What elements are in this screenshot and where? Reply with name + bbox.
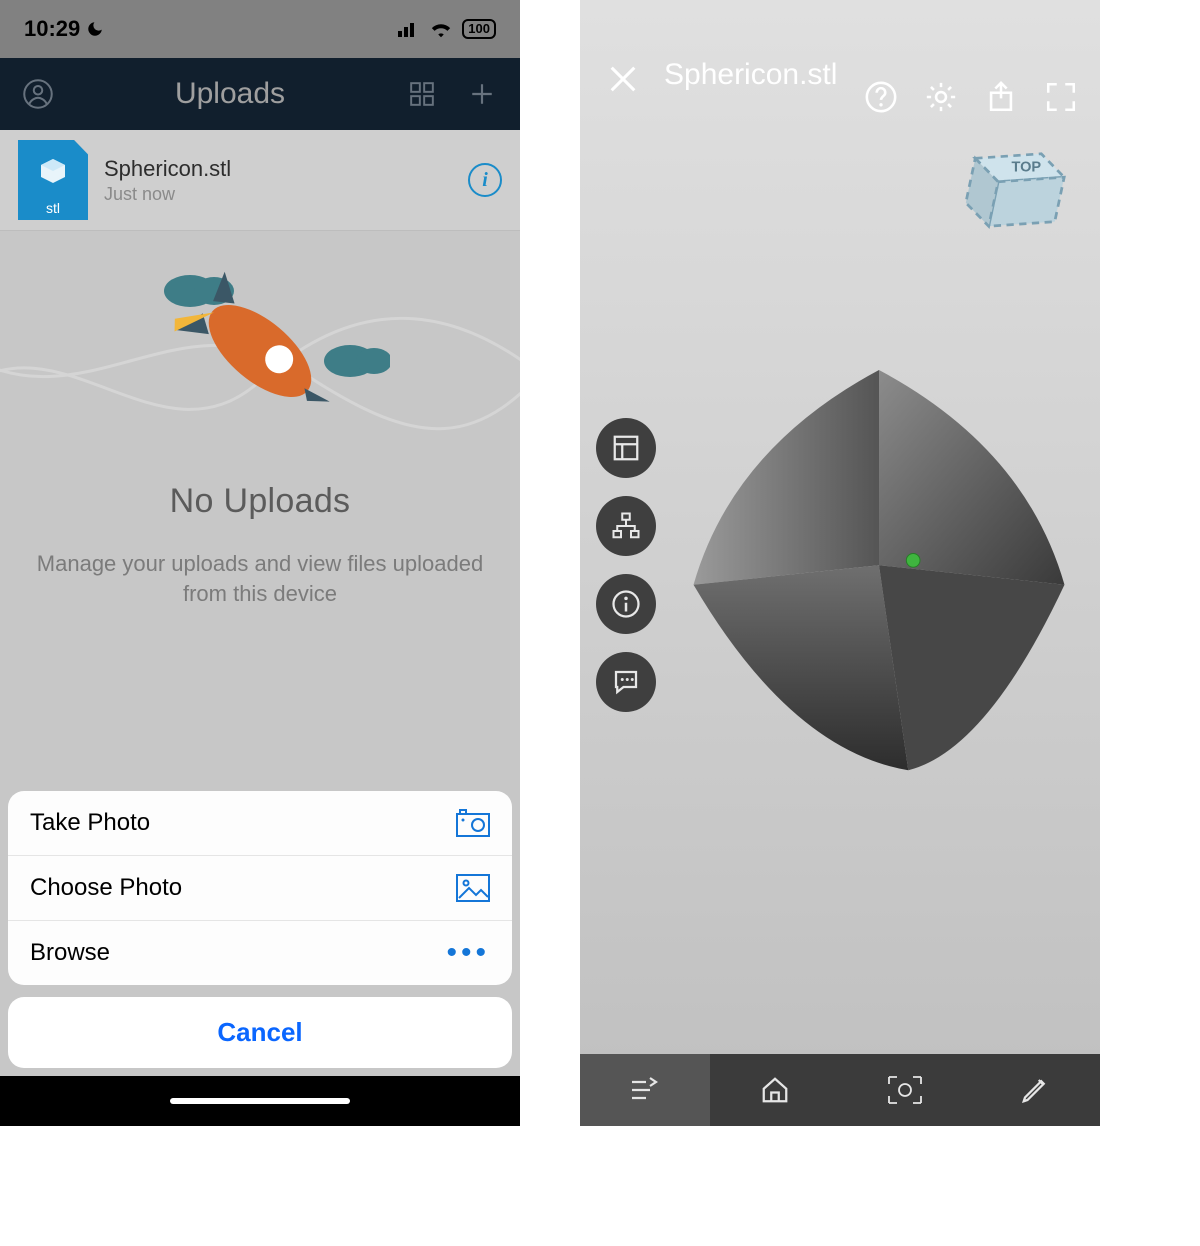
camera-outline-icon <box>456 809 490 837</box>
help-button[interactable] <box>864 80 902 118</box>
profile-button[interactable] <box>18 79 58 109</box>
panel-toggle-button[interactable] <box>596 418 656 478</box>
share-icon <box>984 80 1018 114</box>
settings-button[interactable] <box>924 80 962 118</box>
viewer-side-tools <box>596 418 656 712</box>
browse-option[interactable]: Browse ••• <box>8 921 512 985</box>
model-info-button[interactable] <box>596 574 656 634</box>
choose-photo-option[interactable]: Choose Photo <box>8 856 512 921</box>
uploads-screen: 10:29 100 Uploads <box>0 0 520 1126</box>
file-ext: stl <box>46 200 60 216</box>
share-button[interactable] <box>984 80 1022 118</box>
panel-icon <box>611 433 641 463</box>
grid-view-button[interactable] <box>402 81 442 107</box>
viewer-bottom-bar <box>580 1054 1100 1126</box>
viewer-screen: Sphericon.stl TOP <box>580 0 1100 1126</box>
viewer-header: Sphericon.stl <box>580 0 1100 130</box>
upload-list-item[interactable]: stl Sphericon.stl Just now i <box>0 130 520 231</box>
profile-icon <box>23 79 53 109</box>
file-name: Sphericon.stl <box>104 156 231 182</box>
grid-icon <box>409 81 435 107</box>
chat-icon <box>611 667 641 697</box>
expand-icon <box>1044 80 1078 114</box>
cell-signal-icon <box>398 21 420 37</box>
close-icon <box>606 62 640 96</box>
help-icon <box>864 80 898 114</box>
empty-heading: No Uploads <box>170 482 351 521</box>
capture-icon <box>887 1075 923 1105</box>
wifi-icon <box>430 20 452 38</box>
home-icon <box>759 1075 791 1105</box>
action-sheet: Take Photo Choose Photo Browse ••• Cance… <box>0 783 520 1126</box>
more-dots-icon: ••• <box>446 948 490 958</box>
cancel-button[interactable]: Cancel <box>8 997 512 1068</box>
browse-label: Browse <box>30 939 110 967</box>
time-text: 10:29 <box>24 16 80 42</box>
empty-state: No Uploads Manage your uploads and view … <box>0 231 520 661</box>
cancel-label: Cancel <box>217 1017 302 1047</box>
take-photo-label: Take Photo <box>30 809 150 837</box>
nav-bar: Uploads <box>0 58 520 130</box>
add-button[interactable] <box>462 81 502 107</box>
file-time: Just now <box>104 184 231 205</box>
comments-button[interactable] <box>596 652 656 712</box>
nav-title: Uploads <box>58 77 402 111</box>
tree-icon <box>611 511 641 541</box>
bottom-tab-markup[interactable] <box>970 1054 1100 1126</box>
pencil-icon <box>1019 1075 1051 1105</box>
bottom-tab-steps[interactable] <box>580 1054 710 1126</box>
status-time: 10:29 <box>24 16 104 42</box>
close-button[interactable] <box>606 62 640 96</box>
file-info-button[interactable]: i <box>468 163 502 197</box>
model-viewport[interactable] <box>674 360 1084 790</box>
file-thumb-icon: stl <box>18 140 88 220</box>
empty-subtext: Manage your uploads and view files uploa… <box>0 549 520 608</box>
model-icon <box>674 360 1084 790</box>
choose-photo-label: Choose Photo <box>30 874 182 902</box>
gear-icon <box>924 80 958 114</box>
bottom-tab-home[interactable] <box>710 1054 840 1126</box>
model-tree-button[interactable] <box>596 496 656 556</box>
fullscreen-button[interactable] <box>1044 80 1082 118</box>
dnd-moon-icon <box>86 20 104 38</box>
view-cube[interactable]: TOP <box>951 130 1079 251</box>
bottom-tab-camera[interactable] <box>840 1054 970 1126</box>
battery-badge: 100 <box>462 19 496 39</box>
steps-icon <box>628 1076 662 1104</box>
picture-outline-icon <box>456 874 490 902</box>
viewer-title: Sphericon.stl <box>664 58 837 92</box>
info-icon <box>611 589 641 619</box>
take-photo-option[interactable]: Take Photo <box>8 791 512 856</box>
rocket-illustration-icon <box>130 251 390 456</box>
status-bar: 10:29 100 <box>0 0 520 58</box>
view-cube-icon: TOP <box>951 130 1079 251</box>
plus-icon <box>469 81 495 107</box>
view-cube-label: TOP <box>1011 160 1041 176</box>
